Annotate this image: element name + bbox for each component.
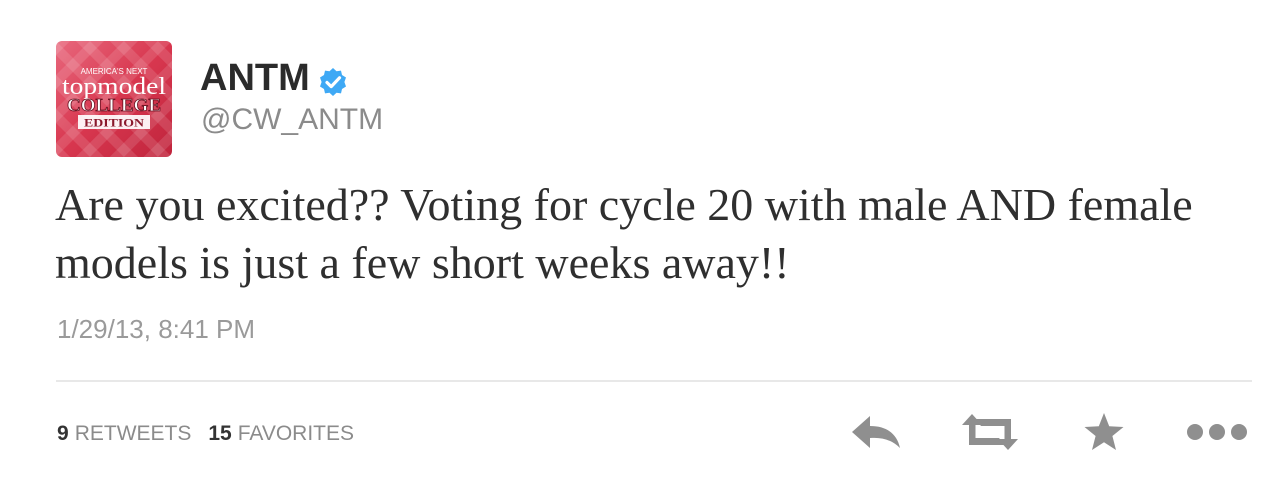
more-dots-icon [1187, 424, 1247, 440]
retweets-count: 9 [57, 422, 69, 445]
user-handle[interactable]: @CW_ANTM [201, 101, 383, 139]
retweets-label: RETWEETS [74, 422, 192, 445]
favorites-stat[interactable]: 15 FAVORITES [208, 420, 354, 448]
retweets-stat[interactable]: 9 RETWEETS [57, 420, 191, 448]
avatar-line1: COLLEGE [67, 95, 161, 115]
tweet-stats: 9 RETWEETS 15 FAVORITES [57, 420, 354, 448]
avatar-line2: EDITION [84, 116, 144, 130]
reply-button[interactable] [848, 408, 904, 456]
display-name[interactable]: ANTM [200, 56, 310, 100]
retweet-icon [962, 414, 1018, 450]
divider [56, 380, 1252, 382]
favorite-button[interactable] [1080, 408, 1128, 456]
reply-icon [852, 416, 900, 448]
verified-badge-icon [318, 63, 348, 96]
more-button[interactable] [1184, 408, 1250, 456]
tweet-timestamp[interactable]: 1/29/13, 8:41 PM [57, 312, 255, 346]
favorites-label: FAVORITES [237, 422, 355, 445]
avatar[interactable]: AMERICA'S NEXT topmodel COLLEGE EDITION [56, 41, 172, 157]
tweet-text: Are you excited?? Voting for cycle 20 wi… [55, 179, 1193, 288]
favorites-count: 15 [208, 422, 232, 445]
retweet-button[interactable] [958, 408, 1022, 456]
star-icon [1084, 413, 1124, 450]
display-name-row: ANTM [200, 56, 348, 100]
